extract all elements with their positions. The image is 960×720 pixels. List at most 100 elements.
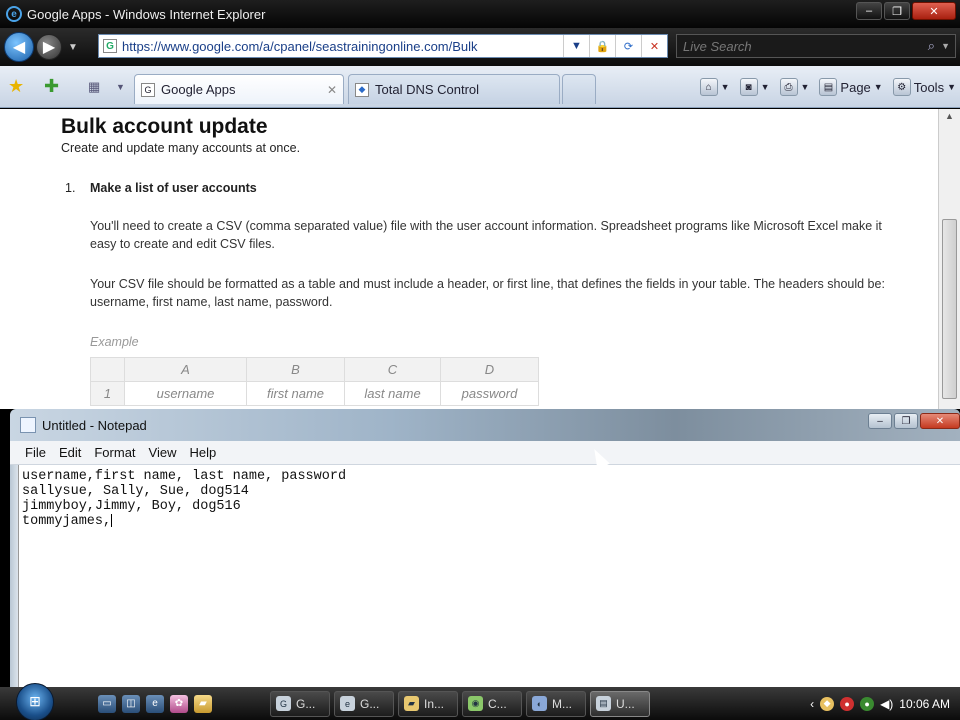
taskbar-item[interactable]: ◉ C... (462, 690, 522, 717)
new-tab-button[interactable] (562, 74, 596, 104)
ie-quicklaunch-icon[interactable]: e (146, 694, 164, 713)
feeds-button[interactable]: ◙ ▼ (739, 78, 770, 96)
notepad-menu-bar: File Edit Format View Help (10, 441, 960, 465)
menu-view[interactable]: View (146, 445, 187, 460)
forward-button[interactable]: ▶ (36, 34, 62, 60)
tray-expand-icon[interactable]: ‹ (810, 697, 814, 711)
taskbar-item[interactable]: ▰ In... (398, 690, 458, 717)
scroll-up-icon[interactable]: ▲ (945, 111, 954, 121)
address-url[interactable]: https://www.google.com/a/cpanel/seastrai… (122, 39, 478, 54)
tools-menu-button[interactable]: ⚙ Tools ▼ (892, 78, 956, 96)
tab-list-dropdown-icon[interactable]: ▼ (116, 82, 125, 92)
notepad-close-icon[interactable]: ✕ (920, 413, 960, 429)
lock-icon[interactable]: 🔒 (589, 35, 615, 57)
row-number: 1 (90, 381, 125, 406)
notepad-minimize-icon[interactable]: – (868, 413, 892, 429)
notepad-maximize-icon[interactable]: ❐ (894, 413, 918, 429)
favorites-star-icon[interactable]: ★ (8, 76, 24, 97)
page-title: Bulk account update (61, 115, 268, 138)
folder-quicklaunch-icon[interactable]: ▰ (194, 694, 212, 713)
printer-icon: ⎙ (779, 78, 798, 96)
history-dropdown-icon[interactable]: ▼ (68, 42, 78, 53)
taskbar-item[interactable]: ◐ M... (526, 690, 586, 717)
tray-app-icon[interactable]: ◆ (820, 696, 835, 711)
step-paragraph-2: Your CSV file should be formatted as a t… (90, 277, 885, 309)
tray-network-icon[interactable]: ● (860, 696, 875, 711)
tabs-bar: ★ ✚ ▦ ▼ G Google Apps ✕ ◆ Total DNS Cont… (0, 66, 960, 108)
tab-close-icon[interactable]: ✕ (327, 83, 337, 97)
search-icon[interactable]: ⌕ (928, 38, 935, 54)
column-header: C (344, 357, 441, 382)
address-dropdown-icon[interactable]: ▼ (563, 35, 589, 57)
menu-file[interactable]: File (22, 445, 56, 460)
table-cell: password (440, 381, 539, 406)
chrome-icon: ◉ (468, 696, 483, 711)
clock[interactable]: 10:06 AM (899, 697, 950, 711)
text-line: username,first name, last name, password (22, 469, 347, 484)
home-icon: ⌂ (699, 78, 718, 96)
search-box[interactable]: Live Search ⌕ ▼ (676, 34, 956, 58)
refresh-icon[interactable]: ⟳ (615, 35, 641, 57)
step-number: 1. (65, 181, 76, 195)
web-page-content: Bulk account update Create and update ma… (0, 109, 938, 409)
notepad-window-controls: – ❐ ✕ (868, 413, 960, 429)
page-scrollbar[interactable]: ▲ (938, 109, 960, 409)
tray-security-icon[interactable]: ● (840, 696, 855, 711)
command-bar: ⌂ ▼ ◙ ▼ ⎙ ▼ ▤ Page ▼ ⚙ Tools ▼ (699, 78, 956, 96)
notepad-title-bar[interactable]: Untitled - Notepad – ❐ ✕ (10, 409, 960, 441)
taskbar-item-notepad[interactable]: ▤ U... (590, 690, 650, 717)
text-line: jimmyboy,Jimmy, Boy, dog516 (22, 499, 241, 514)
feeds-icon: ◙ (739, 78, 758, 96)
column-header: A (124, 357, 247, 382)
google-favicon-icon: G (141, 82, 155, 97)
menu-edit[interactable]: Edit (56, 445, 91, 460)
search-dropdown-icon[interactable]: ▼ (941, 41, 950, 51)
step-paragraph-1: You'll need to create a CSV (comma separ… (90, 219, 882, 251)
ie-icon: e (340, 696, 355, 711)
show-desktop-icon[interactable]: ▭ (98, 694, 116, 713)
gear-icon: ⚙ (892, 78, 911, 96)
menu-help[interactable]: Help (186, 445, 226, 460)
search-input[interactable]: Live Search (683, 39, 752, 54)
close-icon[interactable]: ✕ (912, 2, 956, 20)
column-header: B (246, 357, 345, 382)
menu-format[interactable]: Format (91, 445, 145, 460)
system-tray: ‹ ◆ ● ● ◀) 10:06 AM (810, 687, 950, 720)
taskbar-item[interactable]: e G... (334, 690, 394, 717)
tab-google-apps[interactable]: G Google Apps ✕ (134, 74, 344, 104)
browser-title-bar: e Google Apps - Windows Internet Explore… (0, 0, 960, 28)
navigation-bar: ◀ ▶ ▼ G https://www.google.com/a/cpanel/… (0, 28, 960, 66)
text-line: tommyjames, (22, 514, 112, 530)
column-header: D (440, 357, 539, 382)
page-menu-button[interactable]: ▤ Page ▼ (819, 78, 883, 96)
start-button[interactable]: ⊞ (16, 682, 54, 720)
volume-icon[interactable]: ◀) (880, 697, 893, 711)
quick-launch: ▭ ◫ e ✿ ▰ (98, 694, 212, 713)
maximize-icon[interactable]: ❐ (884, 2, 910, 20)
example-label: Example (90, 335, 139, 349)
notepad-text-area[interactable]: username,first name, last name, password… (18, 465, 960, 687)
taskbar-item[interactable]: G G... (270, 690, 330, 717)
window-controls: – ❐ ✕ (856, 2, 956, 20)
back-button[interactable]: ◀ (4, 32, 34, 62)
add-favorites-icon[interactable]: ✚ (44, 76, 59, 97)
stop-icon[interactable]: ✕ (641, 35, 667, 57)
page-subtitle: Create and update many accounts at once. (61, 141, 301, 155)
taskbar-buttons: G G... e G... ▰ In... ◉ C... ◐ M... ▤ U... (270, 690, 650, 717)
text-line: sallysue, Sally, Sue, dog514 (22, 484, 249, 499)
home-button[interactable]: ⌂ ▼ (699, 78, 730, 96)
scrollbar-thumb[interactable] (942, 219, 957, 399)
site-favicon-icon: G (103, 39, 117, 53)
switch-windows-icon[interactable]: ◫ (122, 694, 140, 713)
app-quicklaunch-icon[interactable]: ✿ (170, 694, 188, 713)
dns-favicon-icon: ◆ (355, 82, 369, 97)
browser-title: Google Apps - Windows Internet Explorer (27, 6, 266, 22)
quick-tabs-icon[interactable]: ▦ (88, 79, 100, 95)
print-button[interactable]: ⎙ ▼ (779, 78, 809, 96)
minimize-icon[interactable]: – (856, 2, 882, 20)
app-icon: G (276, 696, 291, 711)
taskbar: ⊞ ▭ ◫ e ✿ ▰ G G... e G... ▰ In... ◉ C... ◐ M.… (0, 682, 960, 720)
notepad-title: Untitled - Notepad (42, 417, 147, 433)
address-bar[interactable]: G https://www.google.com/a/cpanel/seastr… (98, 34, 668, 58)
tab-total-dns-control[interactable]: ◆ Total DNS Control (348, 74, 560, 104)
